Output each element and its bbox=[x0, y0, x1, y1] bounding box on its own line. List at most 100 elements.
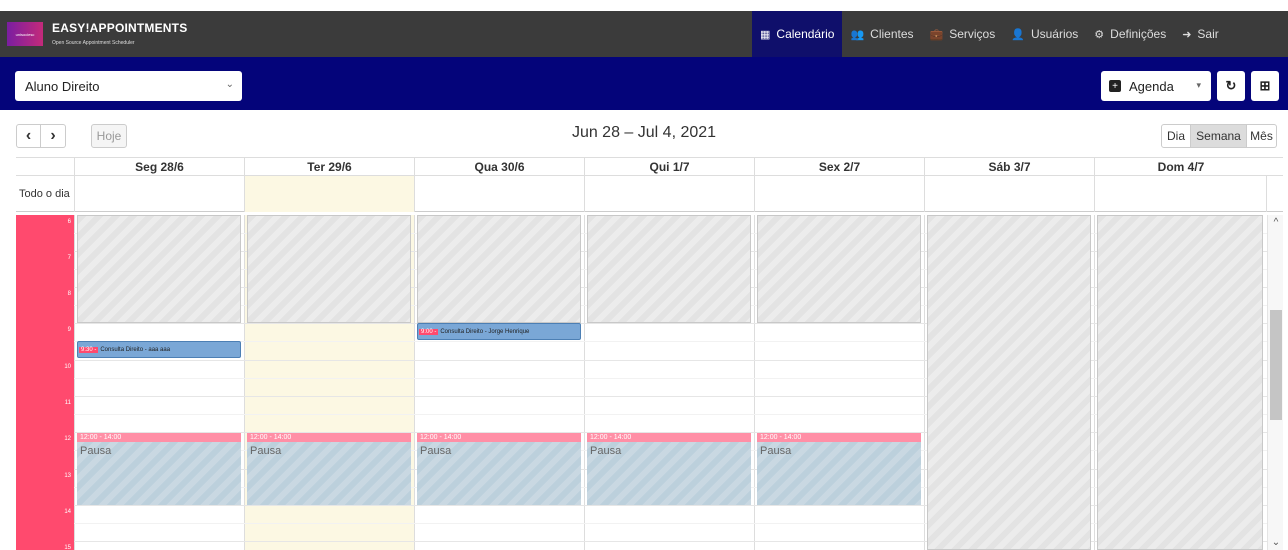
unavailable-block bbox=[247, 215, 411, 323]
break-event[interactable]: 12:00 - 14:00 Pausa bbox=[757, 433, 921, 505]
break-event[interactable]: 12:00 - 14:00 Pausa bbox=[247, 433, 411, 505]
hour-label: 15 bbox=[64, 545, 71, 550]
nav-settings[interactable]: ⚙ Definições bbox=[1086, 11, 1174, 57]
scroll-up-icon[interactable]: ^ bbox=[1268, 217, 1283, 228]
all-day-label: Todo o dia bbox=[19, 188, 70, 200]
hour-label: 6 bbox=[67, 219, 71, 225]
break-label: Pausa bbox=[590, 445, 622, 457]
gears-icon: ⚙ bbox=[1094, 28, 1105, 41]
hour-label: 10 bbox=[64, 364, 71, 370]
view-month-button[interactable]: Mês bbox=[1247, 124, 1277, 148]
day-header: Ter 29/6 bbox=[244, 158, 414, 176]
all-day-cell[interactable] bbox=[244, 176, 414, 212]
all-day-cell[interactable] bbox=[1094, 176, 1267, 212]
reload-button[interactable]: ↻ bbox=[1217, 71, 1245, 101]
users-icon: 👥 bbox=[850, 28, 865, 41]
appointment-time: 9:30 - bbox=[79, 346, 99, 353]
break-time: 12:00 - 14:00 bbox=[417, 433, 581, 442]
calendar-action-bar: Aluno Direito ⌄ + Agenda ▾ ↻ ⊞ bbox=[0, 57, 1288, 110]
day-header: Qui 1/7 bbox=[584, 158, 754, 176]
brand-subtitle: Open Source Appointment Scheduler bbox=[52, 40, 135, 46]
break-label: Pausa bbox=[250, 445, 282, 457]
nav-users[interactable]: 👤 Usuários bbox=[1003, 11, 1086, 57]
break-time: 12:00 - 14:00 bbox=[77, 433, 241, 442]
unavailable-block bbox=[927, 215, 1091, 550]
refresh-icon: ↻ bbox=[1225, 78, 1237, 93]
agenda-dropdown-button[interactable]: + Agenda ▾ bbox=[1101, 71, 1211, 101]
provider-select[interactable]: Aluno Direito ⌄ bbox=[15, 71, 242, 101]
nav-logout-label: Sair bbox=[1197, 27, 1219, 41]
all-day-cell[interactable] bbox=[74, 176, 244, 212]
view-week-button[interactable]: Semana bbox=[1191, 124, 1247, 148]
grid-icon: ⊞ bbox=[1259, 78, 1271, 93]
nav-settings-label: Definições bbox=[1110, 27, 1167, 41]
break-event[interactable]: 12:00 - 14:00 Pausa bbox=[587, 433, 751, 505]
break-time: 12:00 - 14:00 bbox=[757, 433, 921, 442]
hour-label: 8 bbox=[67, 291, 71, 297]
nav-calendar-label: Calendário bbox=[776, 27, 835, 41]
scroll-down-icon[interactable]: ⌄ bbox=[1268, 537, 1283, 548]
top-navbar: unisociesc EASY!APPOINTMENTS Open Source… bbox=[0, 11, 1288, 57]
brand-title[interactable]: EASY!APPOINTMENTS bbox=[52, 21, 187, 35]
nav-users-label: Usuários bbox=[1030, 27, 1079, 41]
day-header-row: Seg 28/6 Ter 29/6 Qua 30/6 Qui 1/7 Sex 2… bbox=[16, 157, 1283, 176]
all-day-row: Todo o dia bbox=[16, 175, 1283, 212]
brand-logo-text: unisociesc bbox=[15, 31, 35, 37]
calendar-range-title: Jun 28 – Jul 4, 2021 bbox=[571, 124, 717, 141]
break-time: 12:00 - 14:00 bbox=[247, 433, 411, 442]
vertical-scrollbar[interactable]: ^ ⌄ bbox=[1267, 215, 1283, 550]
appointment-event[interactable]: 9:00 - Consulta Direito - Jorge Henrique bbox=[417, 323, 581, 340]
nav-services-label: Serviços bbox=[949, 27, 996, 41]
appointment-title: Consulta Direito - aaa aaa bbox=[100, 346, 171, 353]
time-axis: 6 7 8 9 10 11 12 13 14 15 bbox=[16, 215, 74, 550]
nav-calendar[interactable]: ▦ Calendário bbox=[752, 11, 843, 57]
table-view-button[interactable]: ⊞ bbox=[1251, 71, 1279, 101]
nav-logout[interactable]: ➜ Sair bbox=[1174, 11, 1227, 57]
all-day-cell[interactable] bbox=[584, 176, 754, 212]
hour-label: 14 bbox=[64, 509, 71, 515]
agenda-button-label: Agenda bbox=[1129, 78, 1174, 94]
break-label: Pausa bbox=[420, 445, 452, 457]
nav-customers[interactable]: 👥 Clientes bbox=[842, 11, 921, 57]
break-event[interactable]: 12:00 - 14:00 Pausa bbox=[417, 433, 581, 505]
calendar-icon: ▦ bbox=[760, 28, 771, 41]
appointment-event[interactable]: 9:30 - Consulta Direito - aaa aaa bbox=[77, 341, 241, 358]
caret-down-icon: ▾ bbox=[1196, 80, 1201, 90]
nav-services[interactable]: 💼 Serviços bbox=[922, 11, 1004, 57]
view-switcher: Dia Semana Mês bbox=[1161, 124, 1277, 148]
break-event[interactable]: 12:00 - 14:00 Pausa bbox=[77, 433, 241, 505]
plus-square-icon: + bbox=[1109, 80, 1121, 92]
unavailable-block bbox=[757, 215, 921, 323]
calendar-toolbar: ‹ › Hoje Jun 28 – Jul 4, 2021 Dia Semana… bbox=[0, 110, 1288, 156]
all-day-cell[interactable] bbox=[754, 176, 924, 212]
scrollbar-thumb[interactable] bbox=[1270, 310, 1282, 420]
view-day-button[interactable]: Dia bbox=[1161, 124, 1191, 148]
sign-out-icon: ➜ bbox=[1182, 28, 1192, 41]
user-group-icon: 👤 bbox=[1011, 28, 1025, 41]
hour-label: 12 bbox=[64, 436, 71, 442]
time-axis-header bbox=[16, 158, 74, 176]
day-header: Qua 30/6 bbox=[414, 158, 584, 176]
break-label: Pausa bbox=[80, 445, 112, 457]
provider-select-value: Aluno Direito bbox=[25, 78, 100, 94]
brand-logo[interactable]: unisociesc bbox=[7, 22, 43, 46]
unavailable-block bbox=[77, 215, 241, 323]
unavailable-block bbox=[587, 215, 751, 323]
day-header: Dom 4/7 bbox=[1094, 158, 1267, 176]
hour-label: 11 bbox=[64, 400, 71, 406]
all-day-cell[interactable] bbox=[924, 176, 1094, 212]
briefcase-icon: 💼 bbox=[929, 28, 944, 41]
all-day-cell[interactable] bbox=[414, 176, 584, 212]
appointment-time: 9:00 - bbox=[419, 328, 439, 335]
break-label: Pausa bbox=[760, 445, 792, 457]
time-grid: 6 7 8 9 10 11 12 13 14 15 9:30 - Consult… bbox=[16, 215, 1283, 550]
day-header: Seg 28/6 bbox=[74, 158, 244, 176]
hour-label: 7 bbox=[67, 255, 71, 261]
hour-label: 13 bbox=[64, 473, 71, 479]
main-nav: ▦ Calendário 👥 Clientes 💼 Serviços 👤 Usu… bbox=[752, 11, 1227, 57]
appointment-title: Consulta Direito - Jorge Henrique bbox=[440, 328, 530, 335]
break-time: 12:00 - 14:00 bbox=[587, 433, 751, 442]
unavailable-block bbox=[1097, 215, 1263, 550]
day-header: Sex 2/7 bbox=[754, 158, 924, 176]
day-header: Sáb 3/7 bbox=[924, 158, 1094, 176]
